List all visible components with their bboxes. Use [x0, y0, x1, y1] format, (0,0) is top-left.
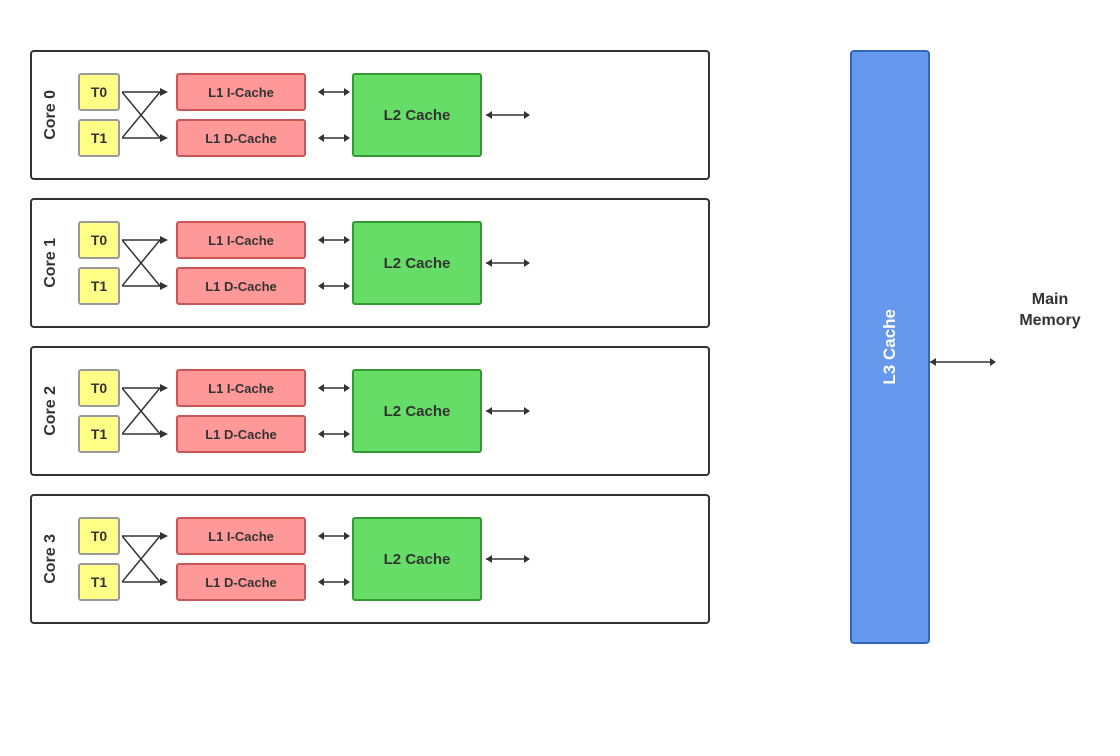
core-3-l2-l3-arrow	[484, 517, 536, 601]
core-2-l2-l3-arrow	[484, 369, 536, 453]
core-2-inner: T0 T1 L1 I-Cache L1 D-Cache	[78, 369, 694, 453]
main-memory-box: MainMemory	[1010, 290, 1090, 332]
core-1-l2-l3-arrow	[484, 221, 536, 305]
core-3-threads: T0 T1	[78, 517, 120, 601]
core-0-l2-l3-arrow	[484, 73, 536, 157]
core-1-threads: T0 T1	[78, 221, 120, 305]
core-0-box: Core 0 T0 T1	[30, 50, 710, 180]
core-0-l1-caches: L1 I-Cache L1 D-Cache	[176, 73, 306, 157]
core-3-inner: T0 T1 L1 I-Cache L1 D-Cache	[78, 517, 694, 601]
main-memory-label: MainMemory	[1019, 291, 1080, 329]
core-1-t0: T0	[78, 221, 120, 259]
core-0-label: Core 0	[42, 90, 60, 140]
core-3-l1-icache: L1 I-Cache	[176, 517, 306, 555]
core-3-l1-caches: L1 I-Cache L1 D-Cache	[176, 517, 306, 601]
core-2-label: Core 2	[42, 386, 60, 436]
core-0-l2-cache: L2 Cache	[352, 73, 482, 157]
core-1-t1: T1	[78, 267, 120, 305]
core-3-l1-l2-arrows	[318, 517, 352, 601]
l3-main-memory-arrow	[930, 347, 1010, 377]
l3-cache-box: L3 Cache	[850, 50, 930, 644]
core-0-l1-icache: L1 I-Cache	[176, 73, 306, 111]
core-3-t0: T0	[78, 517, 120, 555]
core-1-l1-dcache: L1 D-Cache	[176, 267, 306, 305]
core-1-cross-arrows	[122, 221, 174, 305]
core-1-inner: T0 T1 L1 I-Cache L1 D-Cache	[78, 221, 694, 305]
core-1-l1-caches: L1 I-Cache L1 D-Cache	[176, 221, 306, 305]
core-3-box: Core 3 T0 T1 L1 I-Cache L1 D-Cache	[30, 494, 710, 624]
core-2-l1-l2-arrows	[318, 369, 352, 453]
core-2-l1-caches: L1 I-Cache L1 D-Cache	[176, 369, 306, 453]
core-2-box: Core 2 T0 T1 L1 I-Cache L1 D-Cache	[30, 346, 710, 476]
core-0-cross-arrows	[122, 73, 174, 157]
core-0-l1-l2-arrows	[318, 73, 352, 157]
core-0-t1: T1	[78, 119, 120, 157]
core-2-threads: T0 T1	[78, 369, 120, 453]
core-2-l2-cache: L2 Cache	[352, 369, 482, 453]
core-3-l2-cache: L2 Cache	[352, 517, 482, 601]
core-3-cross-arrows	[122, 517, 174, 601]
core-2-l1-dcache: L1 D-Cache	[176, 415, 306, 453]
core-1-box: Core 1 T0 T1 L1 I-Cache L1 D-Cache	[30, 198, 710, 328]
core-3-label: Core 3	[42, 534, 60, 584]
core-2-l1-icache: L1 I-Cache	[176, 369, 306, 407]
core-1-l1-icache: L1 I-Cache	[176, 221, 306, 259]
core-0-t0: T0	[78, 73, 120, 111]
core-2-t1: T1	[78, 415, 120, 453]
l3-cache-label: L3 Cache	[880, 309, 900, 385]
core-2-cross-arrows	[122, 369, 174, 453]
cores-column: Core 0 T0 T1	[30, 50, 710, 624]
core-1-l1-l2-arrows	[318, 221, 352, 305]
core-3-l1-dcache: L1 D-Cache	[176, 563, 306, 601]
core-0-l1-dcache: L1 D-Cache	[176, 119, 306, 157]
core-0-inner: T0 T1 L1 I-Cache	[78, 73, 694, 157]
core-0-threads: T0 T1	[78, 73, 120, 157]
core-1-l2-cache: L2 Cache	[352, 221, 482, 305]
core-3-t1: T1	[78, 563, 120, 601]
core-1-label: Core 1	[42, 238, 60, 288]
diagram-container: Core 0 T0 T1	[30, 20, 1090, 740]
core-2-t0: T0	[78, 369, 120, 407]
